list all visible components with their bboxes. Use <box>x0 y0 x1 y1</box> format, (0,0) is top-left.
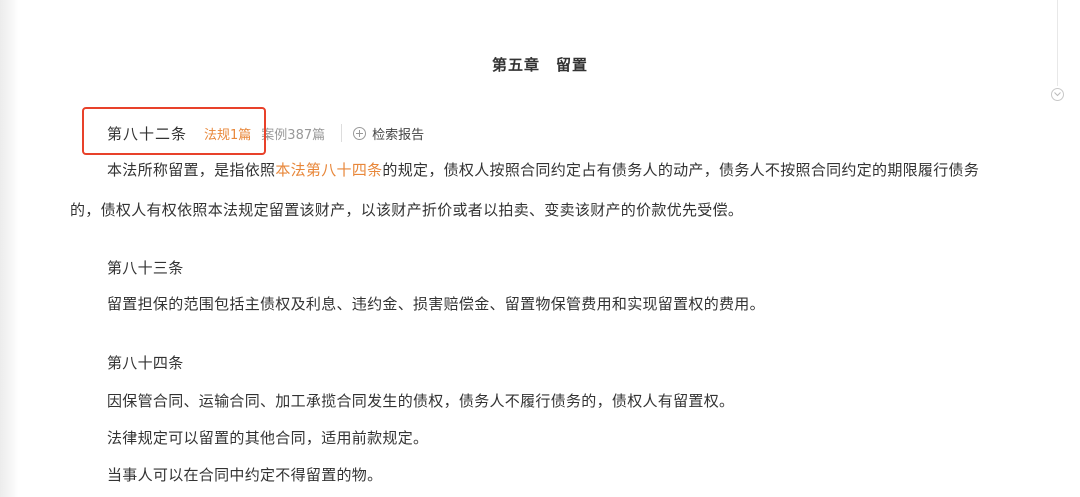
article-84-paragraph-2: 法律规定可以留置的其他合同，适用前款规定。 <box>107 429 429 447</box>
search-report-link[interactable]: 检索报告 <box>372 124 424 143</box>
article-82-body: 本法所称留置，是指依照本法第八十四条的规定，债权人按照合同约定占有债务人的动产，… <box>70 150 1005 230</box>
article-84-reference-link[interactable]: 本法第八十四条 <box>275 161 382 179</box>
article-82-text-start: 本法所称留置，是指依照 <box>107 161 276 179</box>
header-divider <box>341 124 343 142</box>
case-count-link[interactable]: 案例387篇 <box>261 124 325 143</box>
article-83-text: 留置担保的范围包括主债权及利息、违约金、损害赔偿金、留置物保管费用和实现留置权的… <box>107 295 765 313</box>
chevron-down-icon <box>1054 92 1061 97</box>
plus-circle-icon[interactable] <box>353 126 367 140</box>
article-83-number: 第八十三条 <box>107 259 184 277</box>
annotation-highlight-box <box>82 107 266 155</box>
chapter-title: 第五章 留置 <box>491 56 588 74</box>
scroll-down-button[interactable] <box>1051 88 1064 101</box>
article-84-paragraph-3: 当事人可以在合同中约定不得留置的物。 <box>107 466 383 484</box>
article-84-paragraph-1: 因保管合同、运输合同、加工承揽合同发生的债权，债务人不履行债务的，债权人有留置权… <box>107 392 735 410</box>
article-84-number: 第八十四条 <box>107 354 184 372</box>
